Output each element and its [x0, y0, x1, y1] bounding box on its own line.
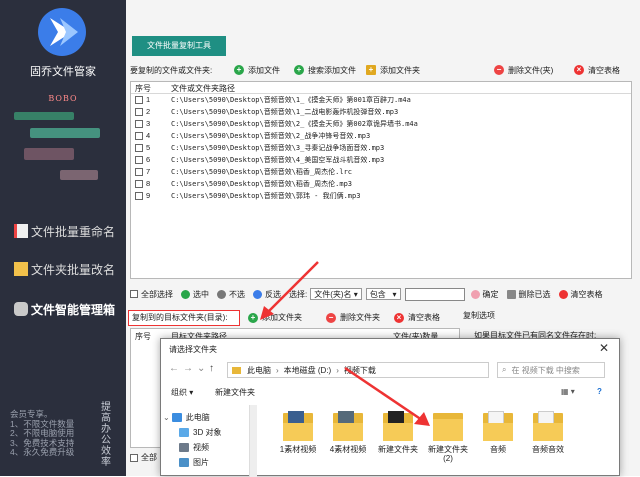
arrow-line: [265, 261, 319, 315]
app-window: 固乔文件管家 BOBO 文件批量重命名 文件夹批量改名 文件智能管理箱 会员专享…: [0, 0, 640, 477]
annotation-arrows: [260, 261, 430, 426]
arrow-line: [344, 366, 423, 422]
arrow-head: [414, 412, 430, 426]
